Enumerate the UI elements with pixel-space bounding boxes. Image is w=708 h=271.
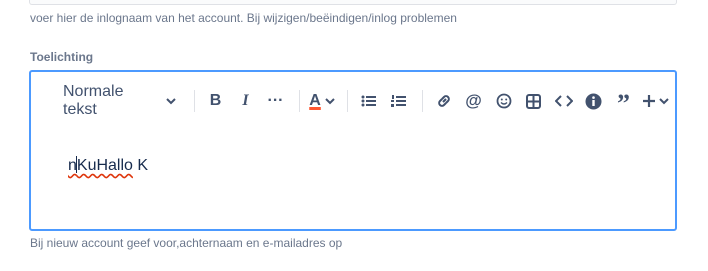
mention-button[interactable]: @: [461, 88, 487, 114]
italic-icon: I: [242, 92, 249, 109]
toelichting-label: Toelichting: [30, 50, 94, 64]
bullet-list-icon: [361, 94, 377, 108]
quote-icon: ”: [617, 89, 631, 118]
text-style-label: Normale tekst: [63, 83, 124, 118]
content-text-end: K: [132, 157, 149, 174]
chevron-down-icon: [325, 97, 335, 105]
text-style-dropdown[interactable]: Normale tekst: [59, 83, 180, 118]
toelichting-help-text: Bij nieuw account geef voor,achternaam e…: [30, 236, 343, 250]
more-formatting-button[interactable]: ···: [263, 88, 289, 114]
link-icon: [436, 93, 452, 109]
table-icon: [526, 93, 542, 109]
italic-button[interactable]: I: [233, 88, 259, 114]
numbered-list-icon: [390, 94, 407, 108]
insert-more-button[interactable]: [641, 88, 671, 114]
more-icon: ···: [267, 92, 284, 109]
toolbar-divider: [421, 90, 423, 112]
plus-icon: [642, 94, 656, 108]
bold-icon: B: [209, 92, 222, 109]
code-button[interactable]: [551, 88, 577, 114]
mention-icon: @: [465, 91, 482, 110]
info-panel-button[interactable]: [581, 88, 607, 114]
chevron-down-icon: [165, 97, 176, 105]
text-color-icon: A: [309, 92, 321, 109]
bullet-list-button[interactable]: [356, 88, 382, 114]
quote-button[interactable]: ”: [611, 88, 637, 118]
text-color-button[interactable]: A: [307, 88, 336, 114]
previous-field-help-text: voer hier de inlognaam van het account. …: [30, 11, 457, 25]
table-button[interactable]: [521, 88, 547, 114]
code-icon: [554, 94, 573, 108]
toolbar-divider: [298, 90, 300, 112]
bold-button[interactable]: B: [203, 88, 229, 114]
content-misspelled-word: KuHallo: [76, 157, 133, 174]
emoji-icon: [496, 93, 512, 109]
editor-toolbar: Normale tekst B I ··· A @ ”: [59, 83, 675, 118]
toolbar-divider: [193, 90, 195, 112]
link-button[interactable]: [431, 88, 457, 114]
rich-text-editor[interactable]: Normale tekst B I ··· A @ ” nKuHallo K: [29, 70, 677, 231]
editor-content[interactable]: nKuHallo K: [68, 156, 148, 175]
toolbar-divider: [346, 90, 348, 112]
numbered-list-button[interactable]: [386, 88, 412, 114]
chevron-down-icon: [659, 97, 669, 105]
previous-input-field[interactable]: [29, 0, 677, 5]
emoji-button[interactable]: [491, 88, 517, 114]
info-icon: [585, 93, 602, 110]
